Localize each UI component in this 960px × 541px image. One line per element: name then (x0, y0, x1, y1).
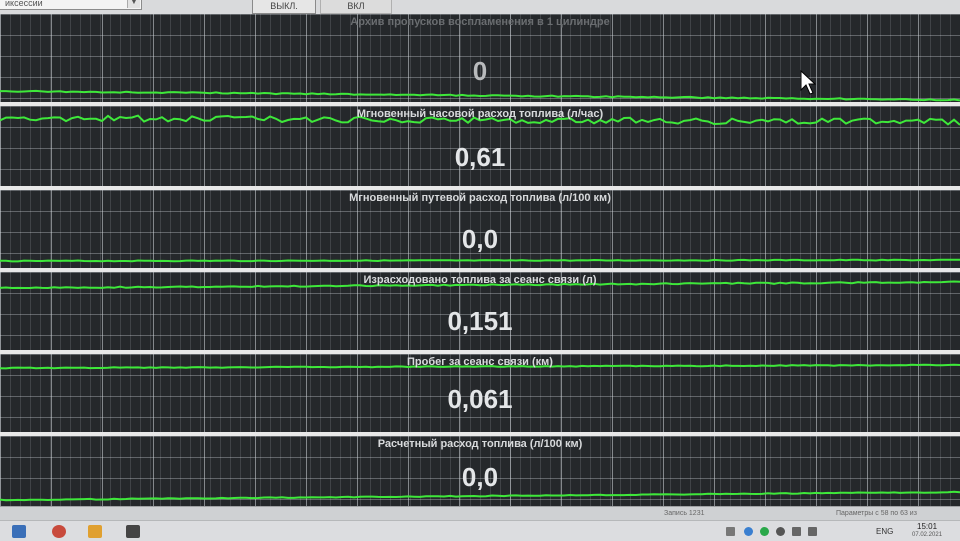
clock-time: 15:01 (917, 522, 938, 531)
panel-value: 0,151 (447, 306, 513, 336)
panel-value: 0 (472, 56, 488, 86)
tray-app-icon[interactable] (744, 527, 753, 536)
chevron-up-icon[interactable] (726, 527, 735, 536)
start-icon[interactable] (12, 525, 26, 538)
clock[interactable]: 15:01 07.02.2021 (912, 522, 942, 540)
app-icon[interactable] (88, 525, 102, 538)
clock-date: 07.02.2021 (912, 532, 943, 538)
panel-misfire[interactable]: Архив пропусков воспламенения в 1 цилинд… (0, 14, 960, 106)
mouse-cursor-icon (800, 70, 816, 95)
panel-calc-fuel[interactable]: Расчетный расход топлива (л/100 км) 0,0 (0, 436, 960, 506)
panel-trip-fuel[interactable]: Мгновенный путевой расход топлива (л/100… (0, 190, 960, 272)
chevron-down-icon[interactable]: ▼ (127, 0, 140, 8)
panel-hourly-fuel[interactable]: Мгновенный часовой расход топлива (л/час… (0, 106, 960, 190)
panel-title: Мгновенный путевой расход топлива (л/100… (349, 192, 611, 204)
panel-value: 0,61 (454, 142, 506, 172)
panel-value: 0,0 (461, 462, 499, 492)
params-range: Параметры с 58 по 63 из (836, 510, 917, 517)
mode-select-value: иксессии (5, 0, 43, 8)
trace-path (0, 258, 960, 263)
top-toolbar: иксессии ▼ ВЫКЛ. ВКЛ (0, 0, 960, 15)
status-bar: Запись 1231 Параметры с 58 по 63 из (0, 506, 960, 521)
tray-app-icon[interactable] (776, 527, 785, 536)
panel-value: 0,061 (447, 384, 513, 414)
panel-fuel-used[interactable]: Израсходовано топлива за сеанс связи (л)… (0, 272, 960, 354)
panel-mileage[interactable]: Пробег за сеанс связи (км) 0,061 (0, 354, 960, 436)
panel-title: Расчетный расход топлива (л/100 км) (377, 438, 583, 450)
panel-title: Пробег за сеанс связи (км) (407, 356, 553, 368)
trace-path (0, 89, 960, 102)
app-icon[interactable] (126, 525, 140, 538)
graph-panels: Архив пропусков воспламенения в 1 цилинд… (0, 14, 960, 506)
network-icon[interactable] (792, 527, 801, 536)
on-button[interactable]: ВКЛ (320, 0, 392, 14)
taskbar: ENG 15:01 07.02.2021 (0, 520, 960, 541)
panel-value: 0,0 (461, 224, 499, 254)
panel-title: Архив пропусков воспламенения в 1 цилинд… (350, 16, 610, 28)
mode-select[interactable]: иксессии ▼ (0, 0, 142, 10)
language-indicator[interactable]: ENG (876, 527, 893, 536)
tray-app-icon[interactable] (760, 527, 769, 536)
app-icon[interactable] (52, 525, 66, 538)
blank-button[interactable] (180, 0, 240, 14)
record-counter: Запись 1231 (664, 510, 705, 517)
volume-icon[interactable] (808, 527, 817, 536)
off-button[interactable]: ВЫКЛ. (252, 0, 316, 14)
panel-title: Мгновенный часовой расход топлива (л/час… (356, 108, 604, 120)
panel-title: Израсходовано топлива за сеанс связи (л) (363, 274, 597, 286)
